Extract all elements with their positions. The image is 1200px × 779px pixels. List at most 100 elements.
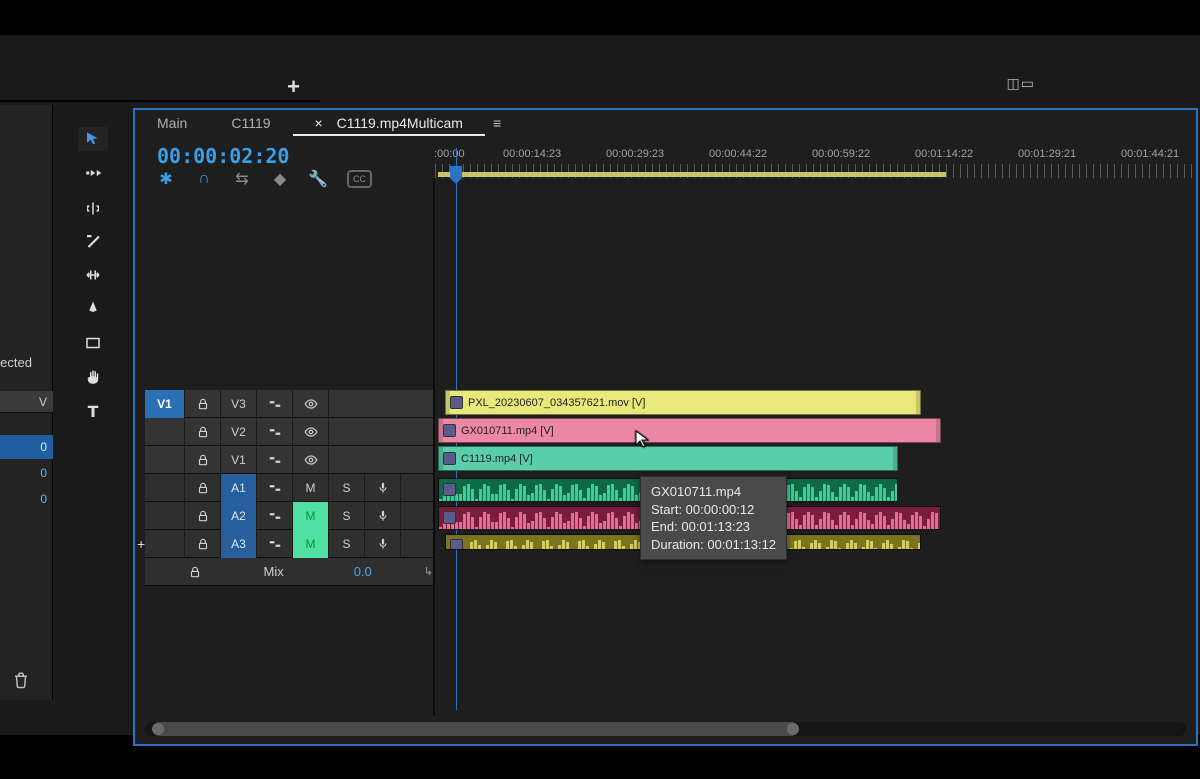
add-track-icon[interactable]: + — [137, 536, 145, 552]
trash-icon[interactable] — [12, 671, 30, 694]
toggle-track-output-icon[interactable] — [293, 390, 329, 418]
slip-tool[interactable] — [78, 263, 108, 287]
voice-over-icon[interactable] — [365, 474, 401, 502]
solo-button[interactable]: S — [329, 474, 365, 502]
work-area-bar[interactable] — [438, 172, 946, 177]
mix-track-header: Mix0.0↳ — [145, 558, 433, 586]
type-tool[interactable] — [78, 399, 108, 423]
track-label[interactable]: V1 — [221, 446, 257, 474]
tab-label: C1119.mp4Multicam — [337, 115, 463, 131]
insert-overwrite-icon[interactable]: ✱ — [157, 170, 175, 188]
clip-label: GX010711.mp4 [V] — [461, 425, 554, 437]
voice-over-icon[interactable] — [365, 530, 401, 558]
timeline-controls: ✱ ∩ ⇆ ◆ 🔧 CC — [157, 170, 372, 188]
razor-tool[interactable] — [78, 229, 108, 253]
zoom-grip-right[interactable] — [787, 723, 799, 735]
video-clip[interactable]: PXL_20230607_034357621.mov [V] — [445, 390, 921, 415]
track-target-button[interactable] — [145, 474, 185, 502]
close-icon[interactable]: × — [315, 115, 323, 131]
video-clip[interactable]: C1119.mp4 [V] — [438, 446, 898, 471]
tab-multicam[interactable]: × C1119.mp4Multicam — [293, 110, 485, 136]
track-target-button[interactable] — [145, 502, 185, 530]
sequence-tabs: Main C1119 × C1119.mp4Multicam ≡ — [135, 110, 501, 136]
linked-selection-icon[interactable]: ⇆ — [233, 170, 251, 188]
project-row[interactable]: 0 — [0, 435, 53, 459]
ruler-tick-label: :00:00 — [434, 148, 465, 160]
tab-c1119[interactable]: C1119 — [209, 110, 292, 136]
track-target-button[interactable] — [145, 530, 185, 558]
track-label[interactable]: A1 — [221, 474, 257, 502]
zoom-scrollbar[interactable] — [145, 722, 1186, 736]
sync-lock-icon[interactable] — [257, 502, 293, 530]
fx-badge-icon[interactable] — [443, 452, 456, 465]
lock-icon[interactable] — [185, 474, 221, 502]
ruler-tick-label: 00:01:14:22 — [915, 148, 973, 160]
toggle-track-output-icon[interactable] — [293, 446, 329, 474]
pen-tool[interactable] — [78, 297, 108, 321]
ripple-edit-tool[interactable] — [78, 195, 108, 219]
project-row[interactable]: 0 — [0, 487, 53, 511]
playhead-handle[interactable] — [450, 166, 462, 178]
mute-button[interactable]: M — [293, 502, 329, 530]
track-label[interactable]: V3 — [221, 390, 257, 418]
hand-tool[interactable] — [78, 365, 108, 389]
lock-icon[interactable] — [185, 502, 221, 530]
panel-menu-icon[interactable]: ≡ — [493, 115, 501, 131]
track-label[interactable]: A3 — [221, 530, 257, 558]
tooltip-end: End: 00:01:13:23 — [651, 518, 776, 536]
workspace-switch-icon[interactable]: ◫▭ — [1007, 75, 1035, 92]
solo-button[interactable]: S — [329, 502, 365, 530]
mix-value[interactable]: 0.0 — [354, 564, 372, 579]
add-panel-button[interactable]: + — [287, 74, 300, 100]
snap-icon[interactable]: ∩ — [195, 170, 213, 188]
fx-badge-icon[interactable] — [443, 511, 456, 524]
track-target-button[interactable] — [145, 446, 185, 474]
zoom-grip-left[interactable] — [152, 723, 164, 735]
tooltip-title: GX010711.mp4 — [651, 483, 776, 501]
solo-button[interactable]: S — [329, 530, 365, 558]
lock-icon[interactable] — [185, 446, 221, 474]
tool-column — [78, 127, 108, 423]
lock-icon[interactable] — [185, 418, 221, 446]
sync-lock-icon[interactable] — [257, 474, 293, 502]
lock-icon[interactable] — [185, 558, 205, 586]
track-label[interactable]: V2 — [221, 418, 257, 446]
current-timecode[interactable]: 00:00:02:20 — [157, 144, 289, 168]
sync-lock-icon[interactable] — [257, 390, 293, 418]
lock-icon[interactable] — [185, 390, 221, 418]
mute-button[interactable]: M — [293, 474, 329, 502]
selection-tool[interactable] — [78, 127, 108, 151]
clip-label: PXL_20230607_034357621.mov [V] — [468, 397, 645, 409]
clip-area[interactable]: PXL_20230607_034357621.mov [V] GX010711.m… — [435, 386, 1196, 710]
track-target-button[interactable] — [145, 418, 185, 446]
toggle-track-output-icon[interactable] — [293, 418, 329, 446]
clip-label: C1119.mp4 [V] — [461, 453, 533, 465]
fx-badge-icon[interactable] — [450, 539, 463, 550]
mute-button[interactable]: M — [293, 530, 329, 558]
marker-icon[interactable]: ◆ — [271, 170, 289, 188]
settings-icon[interactable]: 🔧 — [309, 170, 327, 188]
track-target-button[interactable]: V1 — [145, 390, 185, 418]
project-row[interactable]: 0 — [0, 461, 53, 485]
voice-over-icon[interactable] — [365, 502, 401, 530]
track-select-forward-tool[interactable] — [78, 161, 108, 185]
fx-badge-icon[interactable] — [450, 396, 463, 409]
sync-lock-icon[interactable] — [257, 418, 293, 446]
zoom-thumb[interactable] — [153, 722, 798, 736]
tab-main[interactable]: Main — [135, 110, 209, 136]
track-label[interactable]: A2 — [221, 502, 257, 530]
lock-icon[interactable] — [185, 530, 221, 558]
fx-badge-icon[interactable] — [443, 483, 456, 496]
video-clip[interactable]: GX010711.mp4 [V] — [438, 418, 941, 443]
expand-icon[interactable]: ↳ — [424, 565, 433, 578]
sync-lock-icon[interactable] — [257, 530, 293, 558]
fx-badge-icon[interactable] — [443, 424, 456, 437]
audio-track-header: A2 MS — [145, 502, 433, 530]
video-track-header: V1 V3 — [145, 390, 433, 418]
captions-icon[interactable]: CC — [347, 170, 372, 188]
audio-track-header: A1 MS — [145, 474, 433, 502]
time-ruler[interactable]: :00:0000:00:14:2300:00:29:2300:00:44:220… — [435, 148, 1196, 178]
sync-lock-icon[interactable] — [257, 446, 293, 474]
rectangle-tool[interactable] — [78, 331, 108, 355]
project-column-header[interactable]: V — [0, 391, 53, 413]
